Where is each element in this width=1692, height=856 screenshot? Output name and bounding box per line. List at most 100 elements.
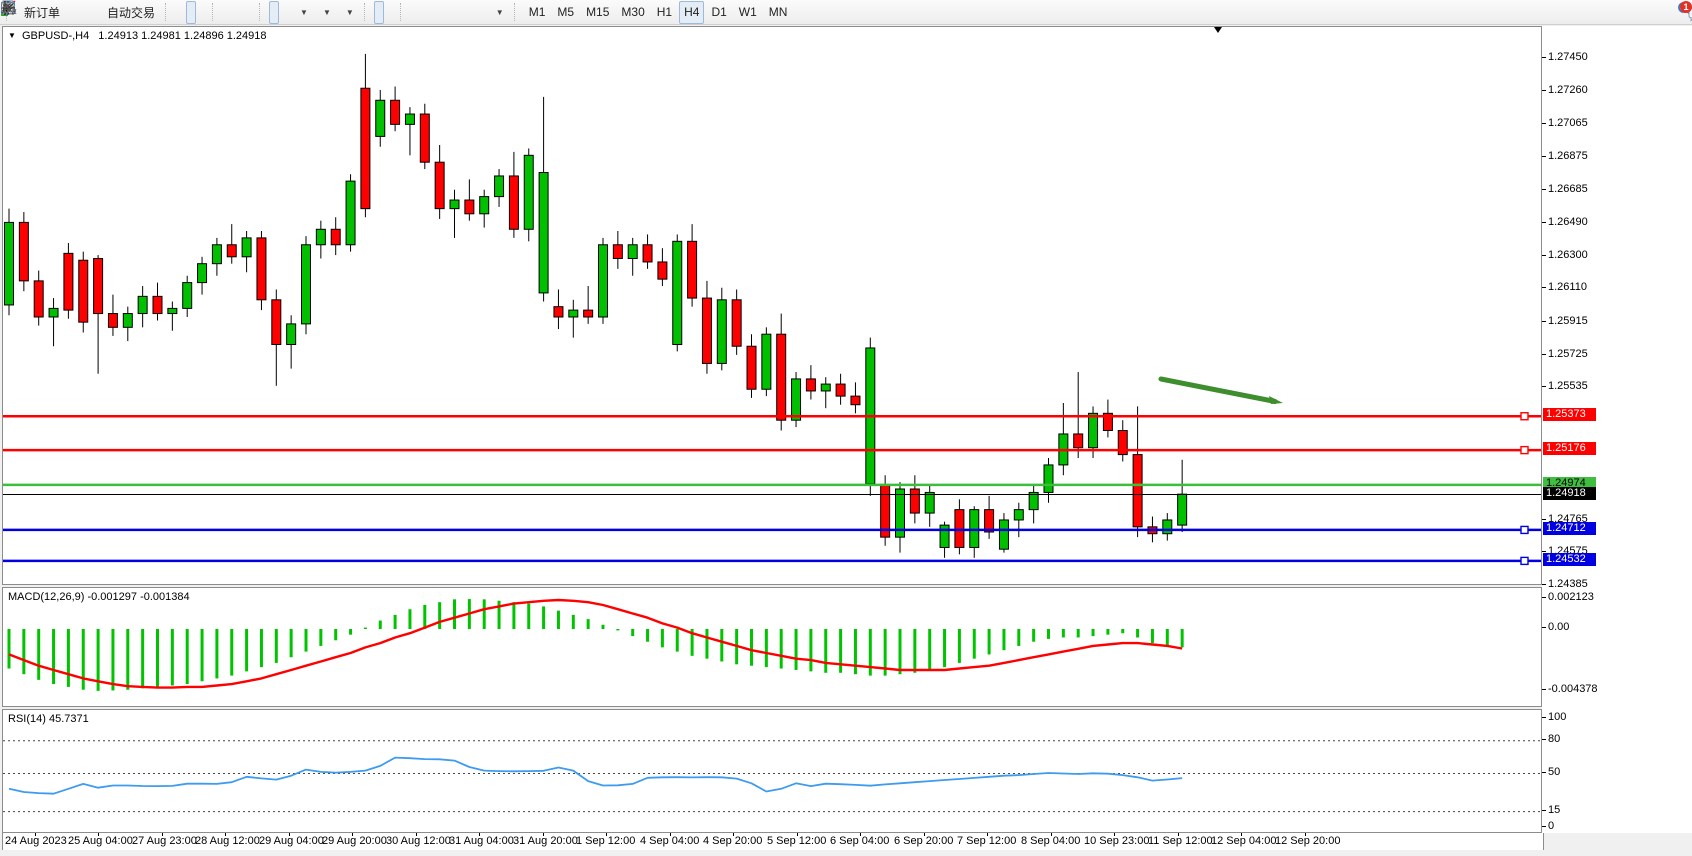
- candle-body: [227, 245, 236, 257]
- candle-body: [123, 314, 132, 328]
- timeframe-button-h4[interactable]: H4: [679, 1, 704, 24]
- vertical-line-tool[interactable]: [410, 1, 420, 24]
- trendline-tool[interactable]: [432, 1, 442, 24]
- candle-body: [673, 241, 682, 344]
- candle-body: [851, 396, 860, 405]
- date-label: 28 Aug 12:00: [195, 835, 260, 847]
- timeframe-button-mn[interactable]: MN: [764, 1, 793, 24]
- timeframe-group: M1M5M15M30H1H4D1W1MN: [524, 1, 793, 24]
- tile-windows-button[interactable]: [244, 1, 254, 24]
- rsi-label: RSI(14) 45.7371: [8, 713, 89, 725]
- candle-body: [569, 310, 578, 317]
- timeframe-button-m15[interactable]: M15: [581, 1, 614, 24]
- price-chart-canvas[interactable]: [3, 27, 1541, 584]
- candle-body: [985, 510, 994, 532]
- candle-chart-button[interactable]: [186, 1, 196, 24]
- candle-body: [643, 245, 652, 262]
- channel-tool[interactable]: E: [443, 1, 453, 24]
- date-tick: [733, 833, 734, 836]
- candle-body: [346, 181, 355, 245]
- price-tick: 1.26300: [1548, 249, 1588, 261]
- macd-label: MACD(12,26,9) -0.001297 -0.001384: [8, 591, 190, 603]
- timeframe-button-m1[interactable]: M1: [524, 1, 551, 24]
- text-tool[interactable]: A: [465, 1, 475, 24]
- date-label: 7 Sep 12:00: [957, 835, 1016, 847]
- periods-button[interactable]: ▼: [314, 1, 336, 24]
- timeframe-button-d1[interactable]: D1: [706, 1, 731, 24]
- date-label: 11 Sep 12:00: [1148, 835, 1213, 847]
- candle-body: [732, 300, 741, 346]
- trend-arrow-head: [1269, 396, 1283, 404]
- candle-body: [821, 384, 830, 391]
- auto-trading-label: 自动交易: [107, 4, 155, 21]
- price-level-label: 1.25373: [1543, 408, 1596, 421]
- timeframe-button-h1[interactable]: H1: [652, 1, 677, 24]
- macd-canvas[interactable]: [3, 588, 1541, 706]
- chevron-down-icon: ▼: [300, 8, 308, 17]
- price-tick: 1.26875: [1548, 150, 1588, 162]
- candle-body: [1029, 492, 1038, 509]
- cursor-button[interactable]: [374, 1, 384, 24]
- toolbar-separator: [364, 3, 370, 21]
- crosshair-button[interactable]: [385, 1, 395, 24]
- price-pane[interactable]: [2, 26, 1542, 585]
- auto-trading-button[interactable]: 自动交易: [99, 1, 160, 24]
- candle-body: [1074, 434, 1083, 448]
- zoom-out-button[interactable]: [233, 1, 243, 24]
- chart-shift-marker[interactable]: [1214, 27, 1222, 33]
- line-handle: [1521, 526, 1528, 533]
- date-tick: [479, 833, 480, 836]
- chart-dropdown-caret[interactable]: ▼: [8, 31, 16, 40]
- date-tick: [98, 833, 99, 836]
- date-axis[interactable]: 24 Aug 202325 Aug 04:0027 Aug 23:0028 Au…: [2, 833, 1544, 850]
- line-handle: [1521, 557, 1528, 564]
- new-order-button[interactable]: 新订单: [16, 1, 65, 24]
- date-tick: [606, 833, 607, 836]
- line-chart-button[interactable]: [197, 1, 207, 24]
- price-tick: 1.25535: [1548, 380, 1588, 392]
- price-tick: 1.26685: [1548, 183, 1588, 195]
- arrows-tool[interactable]: ▼: [487, 1, 509, 24]
- candle-body: [762, 334, 771, 389]
- date-label: 10 Sep 23:00: [1084, 835, 1149, 847]
- candle-body: [940, 525, 949, 547]
- macd-pane[interactable]: [2, 587, 1542, 707]
- rsi-line: [9, 758, 1182, 794]
- date-tick: [1241, 833, 1242, 836]
- date-tick: [670, 833, 671, 836]
- community-button[interactable]: [77, 1, 87, 24]
- date-tick: [1051, 833, 1052, 836]
- auto-scroll-button[interactable]: [280, 1, 290, 24]
- candle-body: [1014, 510, 1023, 520]
- candle-body: [584, 310, 593, 317]
- signal-button[interactable]: [88, 1, 98, 24]
- candle-body: [792, 379, 801, 420]
- date-tick: [352, 833, 353, 836]
- candle-body: [5, 222, 14, 305]
- rsi-canvas[interactable]: [3, 710, 1541, 832]
- label-tool[interactable]: T: [476, 1, 486, 24]
- rsi-pane[interactable]: [2, 709, 1542, 833]
- candle-body: [465, 200, 474, 214]
- zoom-in-button[interactable]: [222, 1, 232, 24]
- candle-body: [599, 245, 608, 317]
- macd-scale-tick: -0.004378: [1548, 683, 1598, 695]
- trend-arrow-shaft: [1161, 379, 1275, 402]
- candle-body: [1044, 465, 1053, 493]
- rsi-scale-tick: 100: [1548, 711, 1566, 723]
- shift-chart-button[interactable]: [269, 1, 279, 24]
- mt4-terminal: { "toolbar": { "new_order_label": "新订单",…: [0, 0, 1692, 856]
- bar-chart-button[interactable]: [175, 1, 185, 24]
- templates-button[interactable]: ▼: [337, 1, 359, 24]
- horizontal-line-tool[interactable]: [421, 1, 431, 24]
- timeframe-button-m5[interactable]: M5: [552, 1, 579, 24]
- date-label: 8 Sep 04:00: [1021, 835, 1080, 847]
- candle-body: [420, 114, 429, 162]
- history-center-button[interactable]: [66, 1, 76, 24]
- indicators-button[interactable]: ▼: [291, 1, 313, 24]
- price-axis[interactable]: 1.274501.272601.270651.268751.266851.264…: [1542, 26, 1692, 833]
- timeframe-button-w1[interactable]: W1: [734, 1, 762, 24]
- price-tick: 1.27065: [1548, 117, 1588, 129]
- fibonacci-tool[interactable]: F: [454, 1, 464, 24]
- timeframe-button-m30[interactable]: M30: [616, 1, 649, 24]
